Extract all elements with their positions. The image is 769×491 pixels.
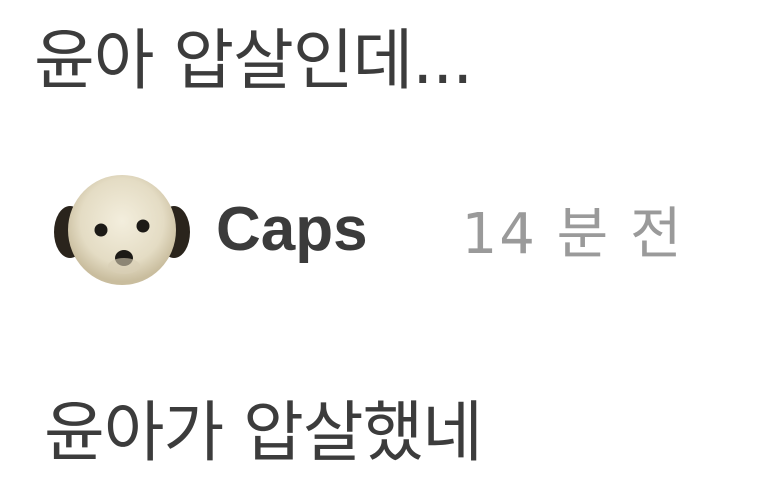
dog-face-icon[interactable] (52, 170, 192, 288)
comment-header: Caps 14 분 전 (52, 170, 684, 288)
post-text: 윤아 압살인데... (34, 22, 473, 99)
comment-author[interactable]: Caps (216, 194, 368, 265)
comment-timestamp: 14 분 전 (461, 201, 684, 267)
comment-thread: 윤아 압살인데... Caps 14 분 전 윤아가 압살했네 (0, 0, 769, 491)
comment-text: 윤아가 압살했네 (44, 394, 483, 471)
